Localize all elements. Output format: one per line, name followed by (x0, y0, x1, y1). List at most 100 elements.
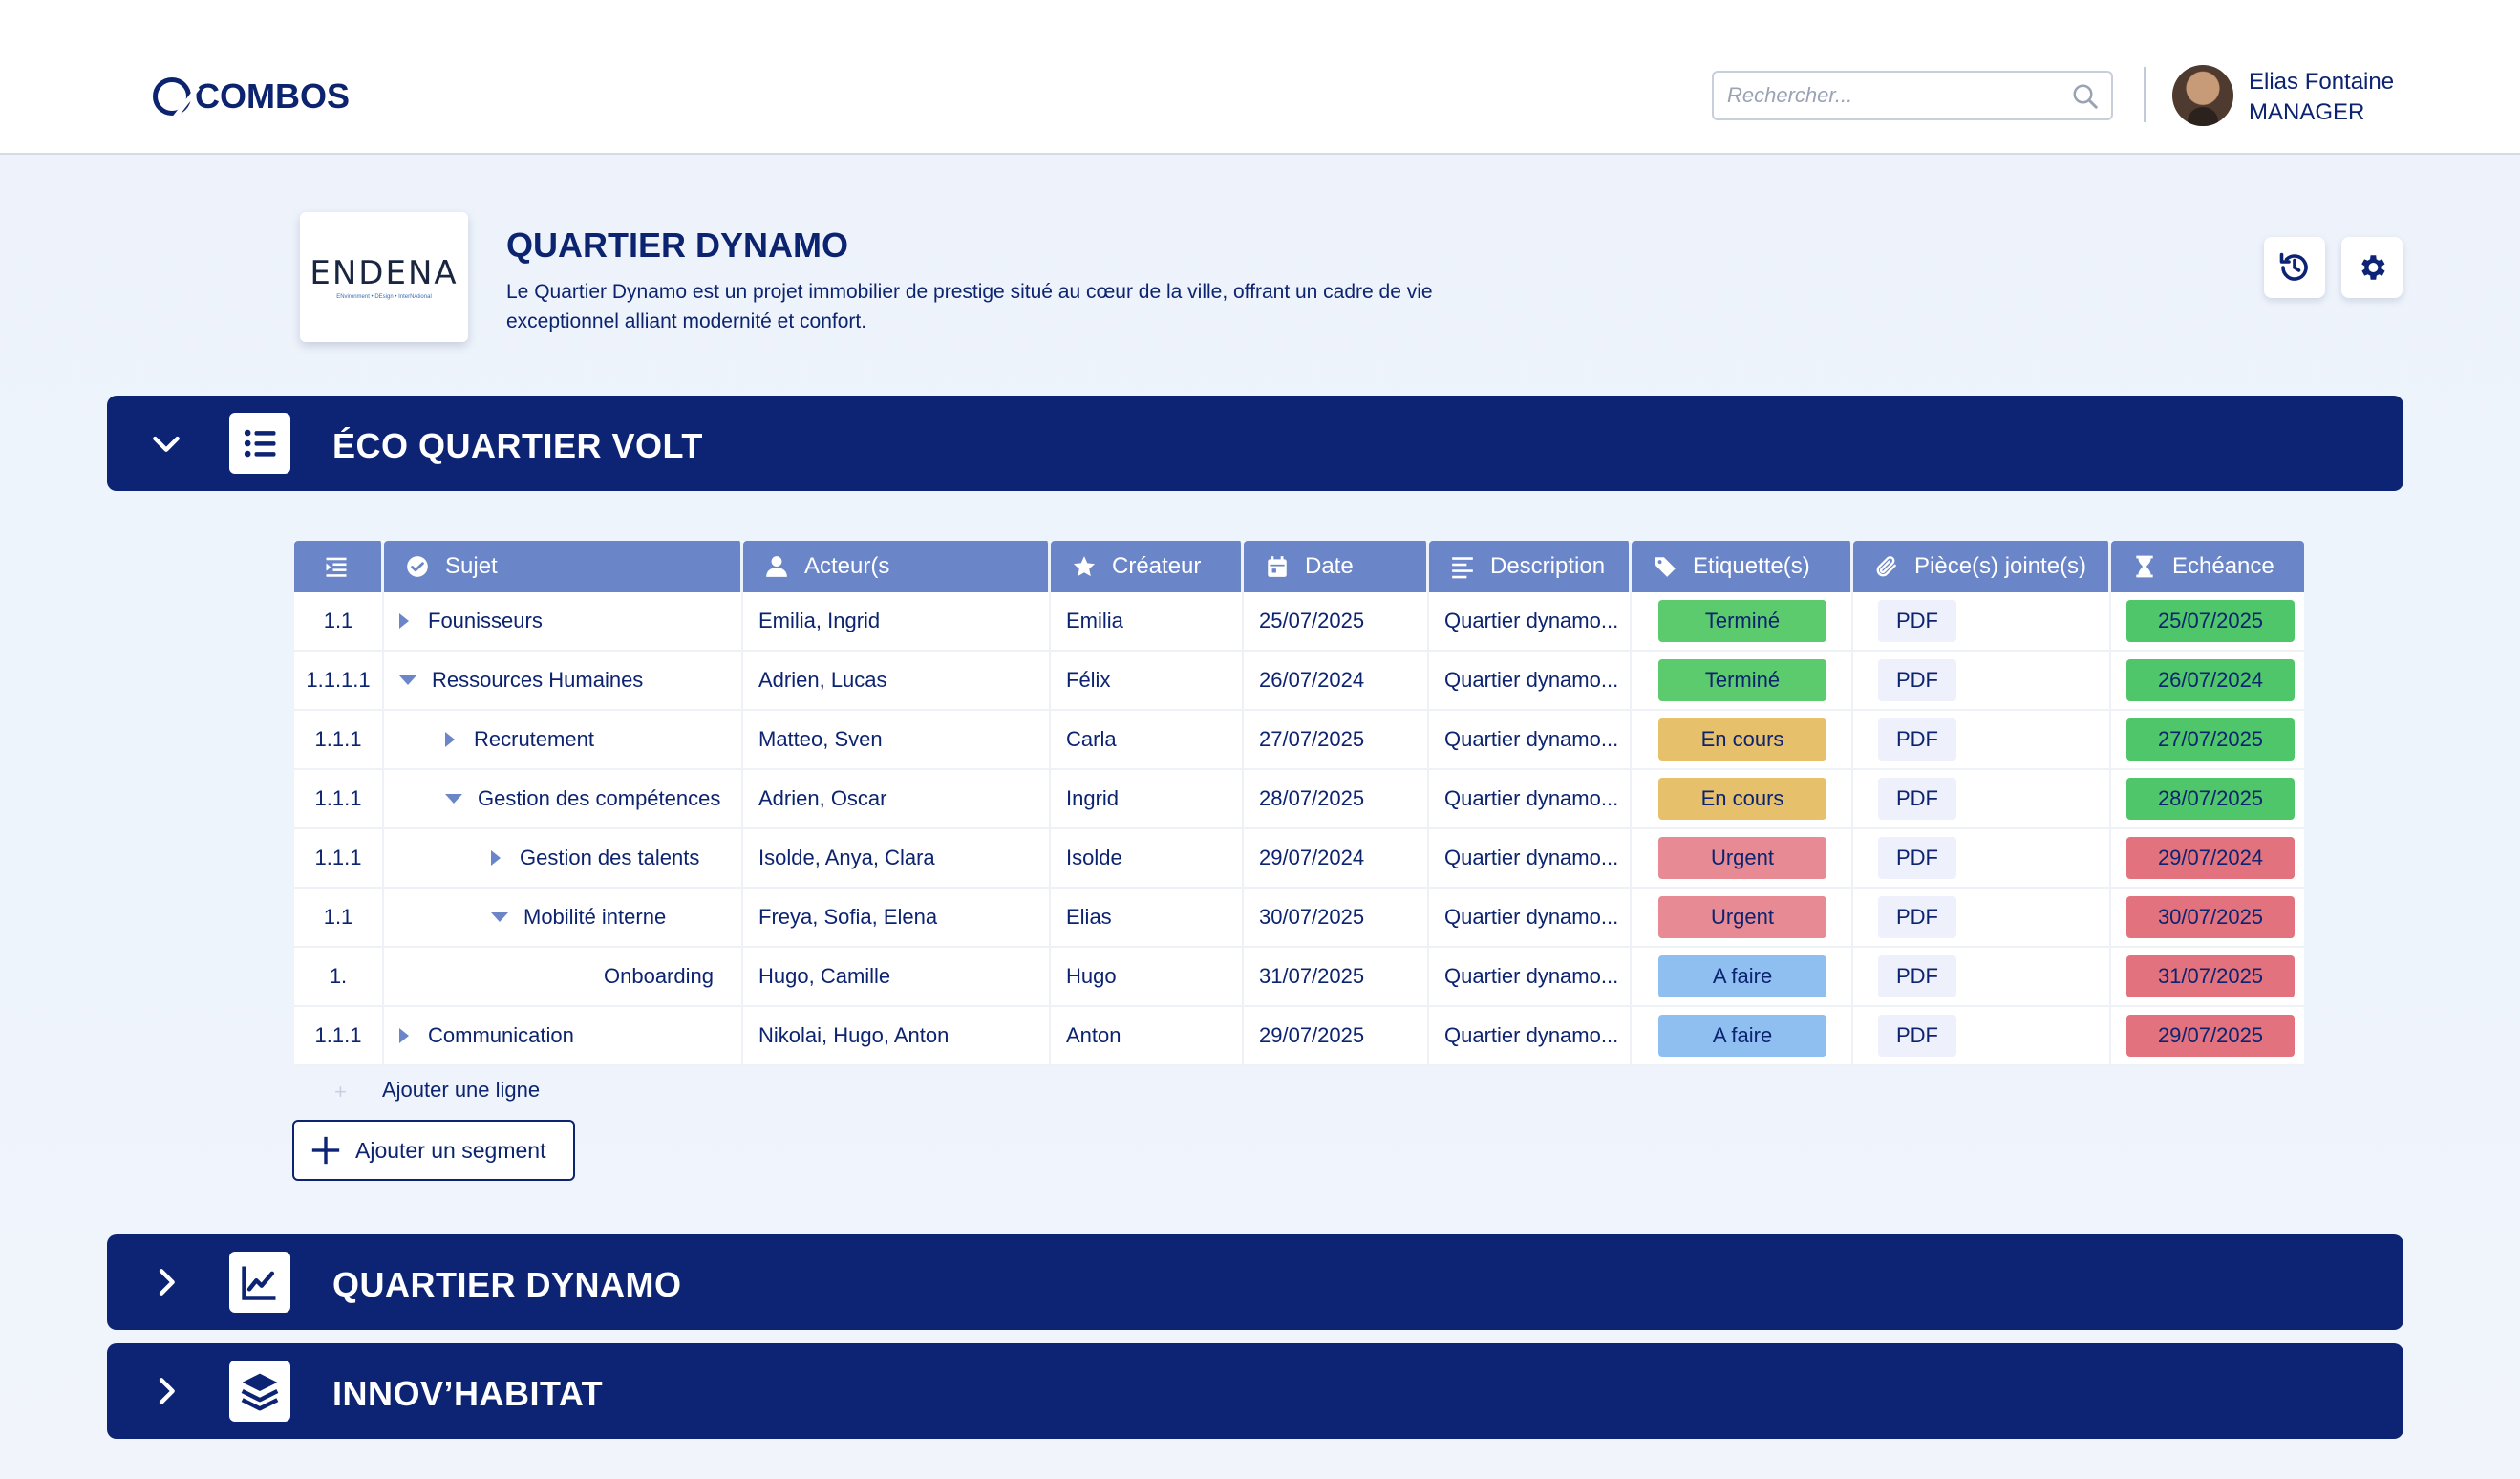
column-label: Etiquette(s) (1693, 553, 1810, 579)
actors-text: Nikolai, Hugo, Anton (758, 1023, 950, 1047)
project-logo: ENDENA ENvironment • DEsign • InterNAtio… (300, 212, 468, 342)
description-cell: Quartier dynamo... (1429, 889, 1632, 946)
row-number-cell: 1.1 (294, 592, 384, 650)
subject-cell: Ressources Humaines (384, 652, 743, 709)
pdf-attachment-link[interactable]: PDF (1878, 778, 1956, 820)
status-badge[interactable]: A faire (1658, 1015, 1826, 1057)
table-header: Sujet Acteur(s Créateur Date Description… (294, 541, 2304, 592)
top-bar: COMBOS Elias Fontaine MANAGER (0, 0, 2520, 155)
status-badge[interactable]: A faire (1658, 955, 1826, 997)
caret-down-icon[interactable] (491, 912, 508, 922)
due-date-cell: 25/07/2025 (2111, 592, 2304, 650)
row-number: 1. (329, 964, 348, 988)
table-row[interactable]: 1.1 Mobilité interne Freya, Sofia, Elena El… (294, 889, 2304, 948)
user-name[interactable]: Elias Fontaine (2249, 69, 2394, 96)
pdf-attachment-link[interactable]: PDF (1878, 837, 1956, 879)
column-header-description[interactable]: Description (1429, 541, 1632, 592)
status-badge[interactable]: Urgent (1658, 896, 1826, 938)
description-cell: Quartier dynamo... (1429, 829, 1632, 887)
status-badge[interactable]: Urgent (1658, 837, 1826, 879)
due-date-cell: 26/07/2024 (2111, 652, 2304, 709)
pdf-attachment-link[interactable]: PDF (1878, 1015, 1956, 1057)
actors-text: Isolde, Anya, Clara (758, 846, 935, 869)
creator-text: Anton (1066, 1023, 1121, 1047)
creator-text: Isolde (1066, 846, 1122, 869)
date-cell: 28/07/2025 (1244, 770, 1429, 827)
logo-text: COMBOS (195, 76, 350, 116)
table-row[interactable]: 1. Onboarding Hugo, Camille Hugo 31/07/2025 Q… (294, 948, 2304, 1007)
caret-down-icon[interactable] (445, 794, 462, 804)
table-body: 1.1 Founisseurs Emilia, Ingrid Emilia 25/07/… (294, 592, 2304, 1066)
creator-cell: Félix (1051, 652, 1244, 709)
add-segment-button[interactable]: Ajouter un segment (292, 1120, 575, 1181)
search-icon[interactable] (2071, 82, 2100, 111)
description-cell: Quartier dynamo... (1429, 1007, 1632, 1064)
attachment-cell: PDF (1853, 770, 2111, 827)
actors-cell: Isolde, Anya, Clara (743, 829, 1051, 887)
column-header-subject[interactable]: Sujet (384, 541, 743, 592)
table-row[interactable]: 1.1.1.1 Ressources Humaines Adrien, Lucas F… (294, 652, 2304, 711)
caret-right-icon[interactable] (399, 1028, 409, 1043)
table-row[interactable]: 1.1.1 Gestion des talents Isolde, Anya, Cl… (294, 829, 2304, 889)
caret-right-icon[interactable] (445, 732, 455, 747)
attachment-cell: PDF (1853, 829, 2111, 887)
description-text: Quartier dynamo... (1444, 905, 1619, 929)
table-row[interactable]: 1.1.1 Communication Nikolai, Hugo, Anton An… (294, 1007, 2304, 1066)
actors-text: Adrien, Lucas (758, 668, 887, 692)
pdf-attachment-link[interactable]: PDF (1878, 718, 1956, 761)
table-row[interactable]: 1.1.1 Recrutement Matteo, Sven Carla 27/07/2… (294, 711, 2304, 770)
status-badge[interactable]: Terminé (1658, 600, 1826, 642)
status-badge[interactable]: En cours (1658, 778, 1826, 820)
project-logo-subtext: ENvironment • DEsign • InterNAtional (336, 294, 432, 300)
creator-text: Hugo (1066, 964, 1117, 988)
pdf-attachment-link[interactable]: PDF (1878, 600, 1956, 642)
app-logo[interactable]: COMBOS (153, 76, 350, 117)
subject-cell: Founisseurs (384, 592, 743, 650)
pdf-attachment-link[interactable]: PDF (1878, 659, 1956, 701)
column-header-date[interactable]: Date (1244, 541, 1429, 592)
search-input[interactable] (1714, 73, 2058, 118)
column-header-creator[interactable]: Créateur (1051, 541, 1244, 592)
caret-right-icon[interactable] (491, 850, 501, 866)
actors-text: Adrien, Oscar (758, 786, 887, 810)
column-header-actors[interactable]: Acteur(s (743, 541, 1051, 592)
section-header-innov-habitat[interactable]: INNOV’HABITAT (107, 1343, 2403, 1439)
date-text: 27/07/2025 (1259, 727, 1365, 751)
description-text: Quartier dynamo... (1444, 1023, 1619, 1047)
settings-button[interactable] (2341, 237, 2403, 298)
align-left-icon (1452, 557, 1473, 579)
attachment-cell: PDF (1853, 592, 2111, 650)
row-number: 1.1 (323, 905, 353, 929)
creator-cell: Elias (1051, 889, 1244, 946)
section-header-quartier-dynamo[interactable]: QUARTIER DYNAMO (107, 1234, 2403, 1330)
column-header-index[interactable] (294, 541, 384, 592)
avatar[interactable] (2172, 65, 2233, 126)
date-text: 30/07/2025 (1259, 905, 1365, 929)
column-header-tags[interactable]: Etiquette(s) (1632, 541, 1853, 592)
chevron-down-icon[interactable] (147, 424, 185, 462)
section-header-eco-quartier-volt[interactable]: ÉCO QUARTIER VOLT (107, 396, 2403, 491)
table-row[interactable]: 1.1.1 Gestion des compétences Adrien, Osca… (294, 770, 2304, 829)
pdf-attachment-link[interactable]: PDF (1878, 955, 1956, 997)
actors-cell: Matteo, Sven (743, 711, 1051, 768)
chevron-right-icon[interactable] (147, 1263, 185, 1301)
table-row[interactable]: 1.1 Founisseurs Emilia, Ingrid Emilia 25/07/… (294, 592, 2304, 652)
status-badge[interactable]: En cours (1658, 718, 1826, 761)
attachment-cell: PDF (1853, 711, 2111, 768)
pdf-attachment-link[interactable]: PDF (1878, 896, 1956, 938)
creator-text: Emilia (1066, 609, 1123, 632)
caret-right-icon[interactable] (399, 613, 409, 629)
row-number-cell: 1.1.1 (294, 711, 384, 768)
column-header-attachments[interactable]: Pièce(s) jointe(s) (1853, 541, 2111, 592)
row-number-cell: 1. (294, 948, 384, 1005)
status-badge[interactable]: Terminé (1658, 659, 1826, 701)
subject-text: Onboarding (604, 964, 714, 988)
task-table: Sujet Acteur(s Créateur Date Description… (294, 541, 2304, 1066)
caret-down-icon[interactable] (399, 675, 416, 685)
chevron-right-icon[interactable] (147, 1372, 185, 1410)
actors-text: Hugo, Camille (758, 964, 891, 988)
column-header-due-date[interactable]: Echéance (2111, 541, 2304, 592)
add-line-button[interactable]: Ajouter une ligne (382, 1078, 540, 1103)
actors-cell: Adrien, Oscar (743, 770, 1051, 827)
history-button[interactable] (2264, 237, 2325, 298)
